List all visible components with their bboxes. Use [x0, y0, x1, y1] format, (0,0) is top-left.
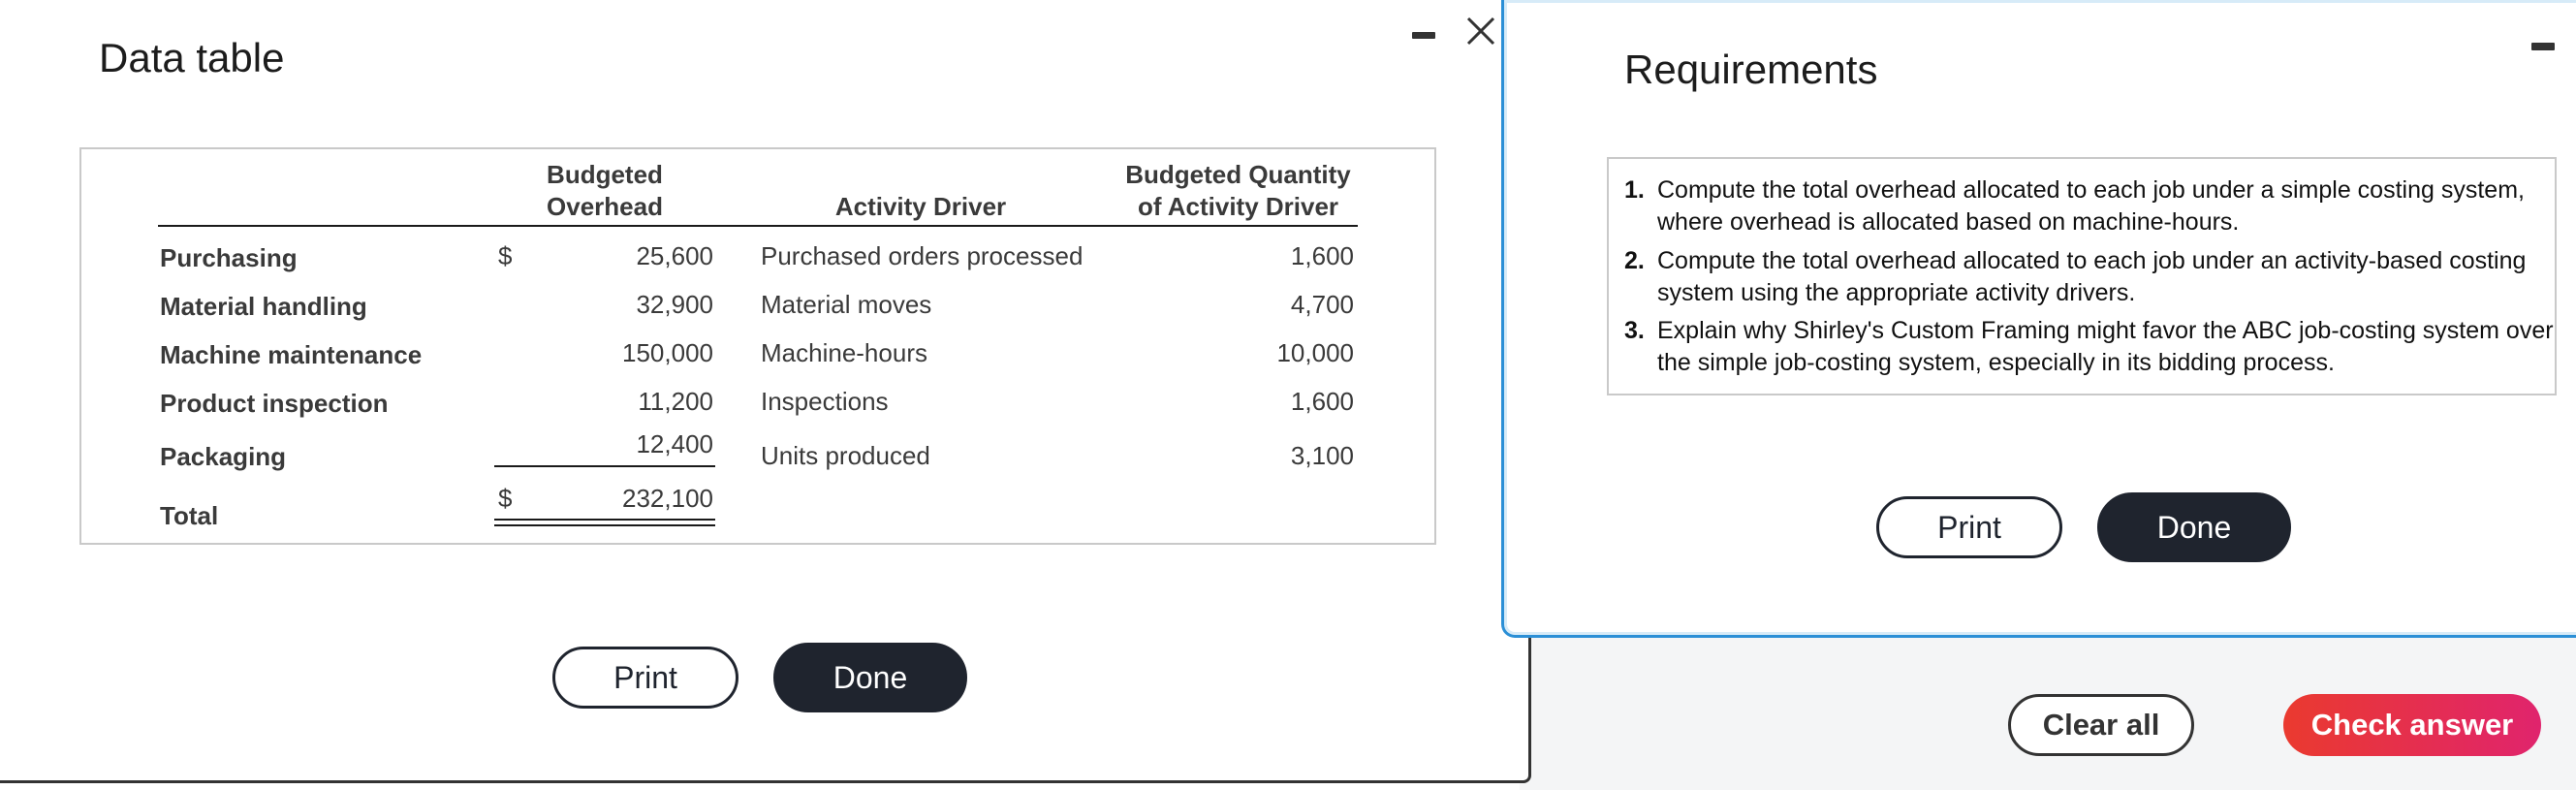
overhead-value: 32,900 — [636, 290, 713, 319]
activity-driver: Inspections — [761, 387, 889, 416]
row-label: Purchasing — [160, 243, 298, 272]
activity-driver: Units produced — [761, 441, 930, 470]
requirement-item: 1. Compute the total overhead allocated … — [1624, 174, 2525, 236]
requirement-text: Compute the total overhead allocated to … — [1657, 247, 2527, 306]
requirement-number: 2. — [1624, 247, 1645, 274]
requirement-item: 3. Explain why Shirley's Custom Framing … — [1624, 315, 2554, 376]
header-budgeted-overhead-line1: Budgeted — [547, 160, 663, 189]
data-table-title: Data table — [99, 35, 285, 80]
currency-symbol: $ — [498, 484, 513, 513]
requirement-text: Compute the total overhead allocated to … — [1657, 176, 2525, 236]
row-label: Machine maintenance — [160, 340, 423, 369]
screen: Data table Budgeted Overhead Activity Dr… — [0, 0, 2576, 790]
overhead-value: 12,400 — [636, 429, 713, 458]
header-budgeted-overhead: Budgeted Overhead — [537, 159, 673, 223]
close-icon[interactable] — [1463, 14, 1498, 48]
print-button[interactable]: Print — [552, 647, 738, 709]
total-overhead-value: 232,100 — [622, 484, 713, 513]
activity-driver: Material moves — [761, 290, 932, 319]
quantity-value: 3,100 — [1290, 441, 1354, 470]
total-double-line-top — [494, 519, 715, 521]
clear-all-button[interactable]: Clear all — [2008, 694, 2194, 756]
requirements-print-button[interactable]: Print — [1876, 496, 2062, 558]
header-budgeted-quantity-line1: Budgeted Quantity — [1125, 160, 1351, 189]
requirements-title: Requirements — [1624, 47, 1878, 92]
requirements-done-button[interactable]: Done — [2097, 492, 2291, 562]
minimize-icon[interactable] — [2531, 43, 2555, 50]
row-label: Material handling — [160, 292, 367, 321]
done-button[interactable]: Done — [773, 643, 967, 712]
quantity-value: 4,700 — [1290, 290, 1354, 319]
row-label: Product inspection — [160, 389, 389, 418]
header-budgeted-overhead-line2: Overhead — [547, 192, 663, 221]
total-double-line-bottom — [494, 524, 715, 526]
header-activity-driver: Activity Driver — [834, 192, 1007, 221]
requirement-item: 2. Compute the total overhead allocated … — [1624, 245, 2526, 306]
total-label: Total — [160, 501, 219, 530]
requirement-number: 1. — [1624, 176, 1645, 204]
quantity-value: 10,000 — [1276, 338, 1354, 367]
overhead-value: 25,600 — [636, 241, 713, 270]
check-answer-button[interactable]: Check answer — [2283, 694, 2541, 756]
currency-symbol: $ — [498, 241, 513, 270]
header-budgeted-quantity-line2: of Activity Driver — [1137, 192, 1339, 221]
overhead-value: 11,200 — [638, 387, 713, 416]
activity-driver: Machine-hours — [761, 338, 927, 367]
overhead-value: 150,000 — [622, 338, 713, 367]
header-underline — [158, 225, 1358, 227]
quantity-value: 1,600 — [1290, 241, 1354, 270]
subtotal-line — [494, 465, 715, 467]
row-label: Packaging — [160, 442, 287, 471]
activity-driver: Purchased orders processed — [761, 241, 1084, 270]
minimize-icon[interactable] — [1412, 32, 1435, 39]
header-budgeted-quantity: Budgeted Quantity of Activity Driver — [1105, 159, 1371, 223]
quantity-value: 1,600 — [1290, 387, 1354, 416]
requirement-text: Explain why Shirley's Custom Framing mig… — [1657, 317, 2554, 376]
requirement-number: 3. — [1624, 317, 1645, 344]
